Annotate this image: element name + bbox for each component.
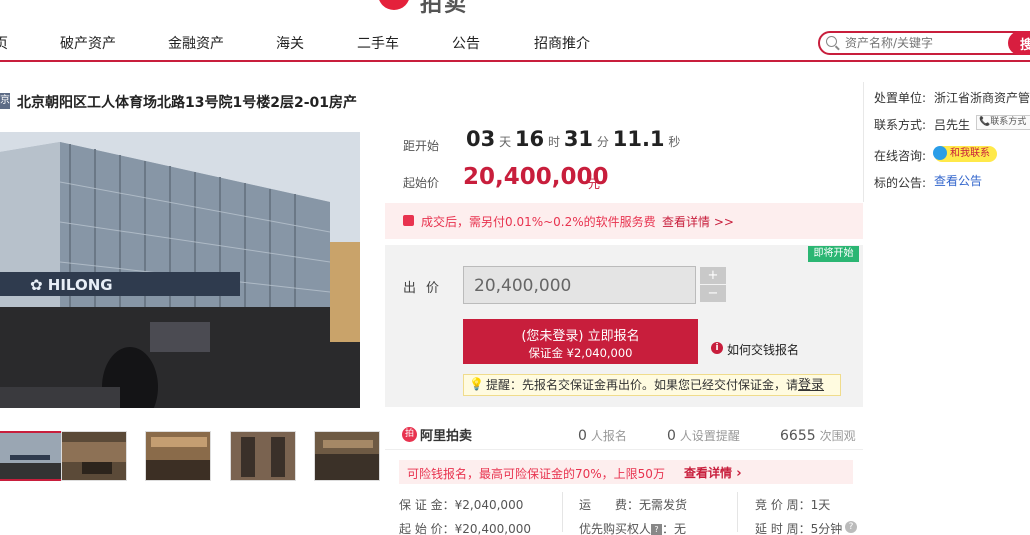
reminder-count: 0 [667, 428, 676, 444]
chat-icon [933, 146, 947, 160]
register-button[interactable]: (您未登录) 立即报名 保证金 ¥2,040,000 [463, 319, 698, 364]
gift-icon [403, 215, 414, 226]
thumbnail-3[interactable] [145, 431, 211, 481]
nav-item-finance[interactable]: 金融资产 [168, 33, 224, 53]
login-link[interactable]: 登录 [798, 378, 824, 393]
thumbnail-image [146, 432, 210, 480]
start-price-value: 20,400,000 [463, 164, 609, 190]
nav-item-bankruptcy[interactable]: 破产资产 [60, 33, 116, 53]
increase-bid-button[interactable]: + [700, 267, 726, 284]
seller-unit-label: 处置单位: [874, 91, 927, 105]
how-to-pay-link[interactable]: 如何交钱报名 [727, 341, 799, 358]
start-price-label: 起始价 [403, 176, 440, 190]
page-title: 北京朝阳区工人体育场北路13号院1号楼2层2-01房产 [17, 95, 357, 111]
status-badge: 即将开始 [808, 246, 859, 262]
contact-button-label: 联系方式 [990, 117, 1027, 127]
reminder-label: 人设置提醒 [679, 429, 740, 443]
service-fee-link[interactable]: 查看详情 >> [662, 213, 734, 230]
login-tip: 提醒：先报名交保证金再出价。如果您已经交付保证金，请登录 [463, 374, 841, 396]
consult-label: 在线咨询: [874, 149, 927, 163]
deposit-promo-link[interactable]: 查看详情 › [684, 464, 742, 481]
decrease-bid-button[interactable]: − [700, 285, 726, 302]
search-input[interactable] [845, 34, 1005, 52]
divider [562, 492, 563, 532]
thumbnail-1[interactable] [0, 431, 64, 481]
svg-text:✿ HILONG: ✿ HILONG [30, 276, 113, 294]
countdown-minutes-unit: 分 [596, 135, 609, 149]
contact-button[interactable]: 📞联系方式 [976, 115, 1030, 130]
chevron-right-icon: › [736, 466, 742, 481]
nav-item-investment[interactable]: 招商推介 [534, 33, 590, 53]
notice-link[interactable]: 查看公告 [934, 172, 982, 189]
nav-item-used-cars[interactable]: 二手车 [357, 33, 399, 53]
register-button-label: (您未登录) 立即报名 [521, 329, 640, 344]
detail-cycle: 竞 价 周：1天 [755, 498, 831, 512]
column-divider [863, 82, 864, 202]
nav-item-home[interactable]: 页 [0, 33, 8, 53]
service-fee-text: 成交后，需另付0.01%~0.2%的软件服务费 [421, 215, 656, 229]
thumbnail-2[interactable] [61, 431, 127, 481]
detail-delay: 延 时 周：5分钟 [755, 522, 843, 535]
thumbnail-5[interactable] [314, 431, 380, 481]
register-button-deposit: 保证金 ¥2,040,000 [528, 346, 633, 360]
detail-shipping: 运 费：无需发货 [579, 498, 688, 512]
search-button-label: 搜 [1020, 38, 1030, 53]
nav-item-customs[interactable]: 海关 [276, 33, 304, 53]
detail-priority-label: 优先购买权人 [579, 522, 652, 535]
question-icon[interactable]: ? [845, 521, 857, 533]
thumbnail-image [231, 432, 295, 480]
login-tip-text: 提醒：先报名交保证金再出价。如果您已经交付保证金，请 [486, 378, 799, 392]
views-count: 6655 [780, 428, 816, 444]
countdown-hours: 16 [514, 127, 545, 151]
reminder-stat: 0 人设置提醒 [667, 427, 740, 444]
thumbnail-image [62, 432, 126, 480]
countdown-timer: 03 天 16 时 31 分 11.1 秒 [466, 127, 680, 151]
deposit-promo-link-label: 查看详情 [684, 466, 733, 480]
countdown-hours-unit: 时 [547, 135, 560, 149]
signup-count: 0 [578, 428, 587, 444]
bid-amount-field[interactable]: 20,400,000 [463, 266, 696, 304]
views-stat: 6655 次围观 [780, 427, 856, 444]
logo-icon[interactable] [378, 0, 410, 10]
countdown-days: 03 [466, 127, 496, 151]
notice-label: 标的公告: [874, 176, 927, 190]
contact-name: 吕先生 [934, 118, 971, 132]
detail-priority-value: ：无 [662, 522, 687, 535]
region-tag: 京 [0, 93, 10, 109]
divider [737, 492, 738, 532]
thumbnail-image [0, 433, 62, 479]
main-photo[interactable]: ✿ HILONG [0, 132, 360, 408]
contact-label: 联系方式: [874, 118, 927, 132]
detail-deposit: 保 证 金：¥2,040,000 [399, 498, 524, 512]
thumbnail-4[interactable] [230, 431, 296, 481]
signup-stat: 0 人报名 [578, 427, 627, 444]
auction-brand: 阿里拍卖 [420, 429, 473, 444]
help-icon[interactable]: ? [651, 524, 663, 535]
chat-button-label: 和我联系 [950, 148, 990, 159]
views-label: 次围观 [819, 429, 856, 443]
detail-start-price: 起 始 价：¥20,400,000 [399, 522, 531, 535]
start-price-unit: 元 [588, 177, 601, 191]
building-illustration: ✿ HILONG [0, 132, 360, 408]
detail-priority: 优先购买权人? ：无 [579, 520, 686, 535]
countdown-seconds-unit: 秒 [668, 135, 681, 149]
thumbnail-image [315, 432, 379, 480]
countdown-label: 距开始 [403, 139, 440, 153]
lightbulb-icon: 💡 [469, 377, 484, 391]
deposit-promo-text: 可险钱报名，最高可险保证金的70%，上限50万 [407, 467, 665, 481]
logo-text[interactable]: 拍卖 [420, 0, 468, 18]
countdown-minutes: 31 [563, 127, 594, 151]
auction-logo-icon: 拍 [402, 427, 417, 442]
signup-label: 人报名 [590, 429, 627, 443]
countdown-days-unit: 天 [499, 135, 512, 149]
info-icon: i [711, 342, 723, 354]
search-icon [826, 36, 837, 47]
countdown-seconds: 11.1 [612, 127, 665, 151]
seller-unit-value: 浙江省浙商资产管 [934, 91, 1030, 105]
bid-label: 出价 [403, 281, 450, 296]
nav-item-announcements[interactable]: 公告 [452, 33, 480, 53]
